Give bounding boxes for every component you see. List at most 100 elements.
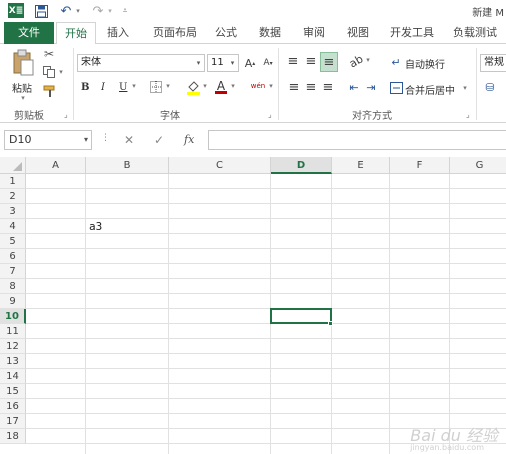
redo-icon[interactable]: ↷: [90, 3, 106, 19]
cut-icon[interactable]: ✂: [42, 47, 56, 61]
align-top-icon[interactable]: ≡: [285, 53, 301, 69]
column-header-b[interactable]: B: [86, 157, 169, 174]
row-header[interactable]: 11: [0, 324, 26, 339]
row-header[interactable]: 3: [0, 204, 26, 219]
row-header[interactable]: 17: [0, 414, 26, 429]
copy-dropdown-icon[interactable]: ▾: [58, 68, 64, 76]
number-format-select[interactable]: 常规: [480, 54, 506, 72]
font-launcher-icon[interactable]: ⌟: [268, 110, 272, 119]
active-cell-d10[interactable]: [270, 308, 332, 324]
column-header-a[interactable]: A: [26, 157, 86, 174]
select-all-button[interactable]: [0, 157, 26, 174]
formula-input[interactable]: [208, 130, 506, 150]
fill-color-icon[interactable]: [185, 79, 201, 95]
row-header[interactable]: 6: [0, 249, 26, 264]
increase-indent-icon[interactable]: ⇥: [363, 79, 379, 95]
increase-font-icon[interactable]: A ▴: [243, 55, 257, 71]
tab-home[interactable]: 开始: [56, 22, 96, 45]
customize-qat-icon[interactable]: ⩡: [120, 3, 130, 19]
cancel-entry-icon[interactable]: ✕: [124, 133, 134, 147]
column-header-f[interactable]: F: [390, 157, 450, 174]
row-header[interactable]: 5: [0, 234, 26, 249]
undo-icon[interactable]: ↶: [58, 3, 74, 19]
tab-developer[interactable]: 开发工具: [384, 22, 440, 44]
orientation-dropdown-icon[interactable]: ▾: [365, 56, 371, 64]
align-left-icon[interactable]: ≡: [286, 79, 302, 95]
tab-file[interactable]: 文件: [4, 22, 54, 44]
tab-formulas[interactable]: 公式: [208, 22, 244, 44]
row-header[interactable]: 9: [0, 294, 26, 309]
row-header[interactable]: 16: [0, 399, 26, 414]
insert-function-icon[interactable]: fx: [184, 133, 194, 146]
font-color-icon[interactable]: A: [214, 78, 228, 95]
align-bottom-icon[interactable]: ≡: [320, 52, 338, 72]
borders-icon[interactable]: [149, 80, 163, 94]
fill-color-dropdown-icon[interactable]: ▾: [202, 82, 208, 90]
tab-view[interactable]: 视图: [340, 22, 376, 44]
underline-button[interactable]: U: [119, 78, 127, 96]
merge-center-icon[interactable]: [389, 80, 403, 96]
chevron-down-icon: ▾: [196, 59, 201, 67]
font-name-value: 宋体: [81, 57, 101, 68]
clipboard-launcher-icon[interactable]: ⌟: [64, 110, 68, 119]
row-header[interactable]: 18: [0, 429, 26, 444]
row-header-selected[interactable]: 10: [0, 309, 26, 324]
gridline: [26, 413, 506, 414]
merge-center-button[interactable]: 合并后居中: [405, 80, 455, 98]
column-header-c[interactable]: C: [169, 157, 271, 174]
row-header[interactable]: 8: [0, 279, 26, 294]
italic-button[interactable]: I: [101, 78, 105, 96]
alignment-launcher-icon[interactable]: ⌟: [466, 110, 470, 119]
phonetic-dropdown-icon[interactable]: ▾: [268, 82, 274, 90]
fill-handle[interactable]: [328, 321, 333, 326]
tab-page-layout[interactable]: 页面布局: [146, 22, 204, 44]
align-center-icon[interactable]: ≡: [303, 79, 319, 95]
tab-data[interactable]: 数据: [252, 22, 288, 44]
row-header[interactable]: 2: [0, 189, 26, 204]
column-header-d[interactable]: D: [271, 157, 332, 174]
decrease-indent-icon[interactable]: ⇤: [346, 79, 362, 95]
align-middle-icon[interactable]: ≡: [303, 53, 319, 69]
underline-dropdown-icon[interactable]: ▾: [131, 82, 137, 90]
format-painter-icon[interactable]: [42, 84, 56, 98]
tab-review[interactable]: 审阅: [296, 22, 332, 44]
font-size-select[interactable]: 11 ▾: [207, 54, 239, 72]
row-header[interactable]: 15: [0, 384, 26, 399]
phonetic-guide-icon[interactable]: wén: [249, 77, 267, 95]
undo-dropdown-icon[interactable]: ▾: [74, 3, 82, 19]
paste-dropdown-icon[interactable]: ▾: [20, 94, 26, 102]
row-header[interactable]: 4: [0, 219, 26, 234]
copy-icon[interactable]: [42, 65, 56, 79]
row-header[interactable]: 12: [0, 339, 26, 354]
merge-dropdown-icon[interactable]: ▾: [462, 84, 468, 92]
wrap-text-button[interactable]: 自动换行: [405, 54, 445, 72]
gridline: [26, 368, 506, 369]
column-header-e[interactable]: E: [332, 157, 390, 174]
redo-dropdown-icon[interactable]: ▾: [106, 3, 114, 19]
font-color-dropdown-icon[interactable]: ▾: [230, 82, 236, 90]
name-box[interactable]: D10 ▾: [4, 130, 92, 150]
confirm-entry-icon[interactable]: ✓: [154, 133, 164, 147]
decrease-font-icon[interactable]: A ▾: [261, 55, 275, 71]
orientation-icon[interactable]: ab: [345, 50, 367, 72]
font-name-select[interactable]: 宋体 ▾: [77, 54, 205, 72]
drag-handle-icon[interactable]: ⋮: [101, 133, 110, 143]
accounting-format-icon[interactable]: ⛁: [482, 79, 498, 95]
wrap-text-icon[interactable]: ↵: [389, 54, 403, 70]
paste-icon[interactable]: [10, 48, 36, 78]
borders-dropdown-icon[interactable]: ▾: [165, 82, 171, 90]
chevron-down-icon: ▾: [83, 135, 88, 144]
cell-b4[interactable]: a3: [89, 220, 102, 233]
row-header[interactable]: 13: [0, 354, 26, 369]
row-header[interactable]: 1: [0, 174, 26, 189]
tab-load-test[interactable]: 负载测试: [446, 22, 504, 44]
worksheet-grid[interactable]: A B C D E F G 1 2 3 4 5 6 7 8 9 10 11 12…: [0, 157, 506, 454]
save-icon[interactable]: [34, 3, 48, 19]
column-header-g[interactable]: G: [450, 157, 506, 174]
bold-button[interactable]: B: [81, 78, 89, 96]
align-right-icon[interactable]: ≡: [320, 79, 336, 95]
row-header[interactable]: 7: [0, 264, 26, 279]
row-header[interactable]: 14: [0, 369, 26, 384]
tab-insert[interactable]: 插入: [100, 22, 136, 44]
gridline: [26, 278, 506, 279]
